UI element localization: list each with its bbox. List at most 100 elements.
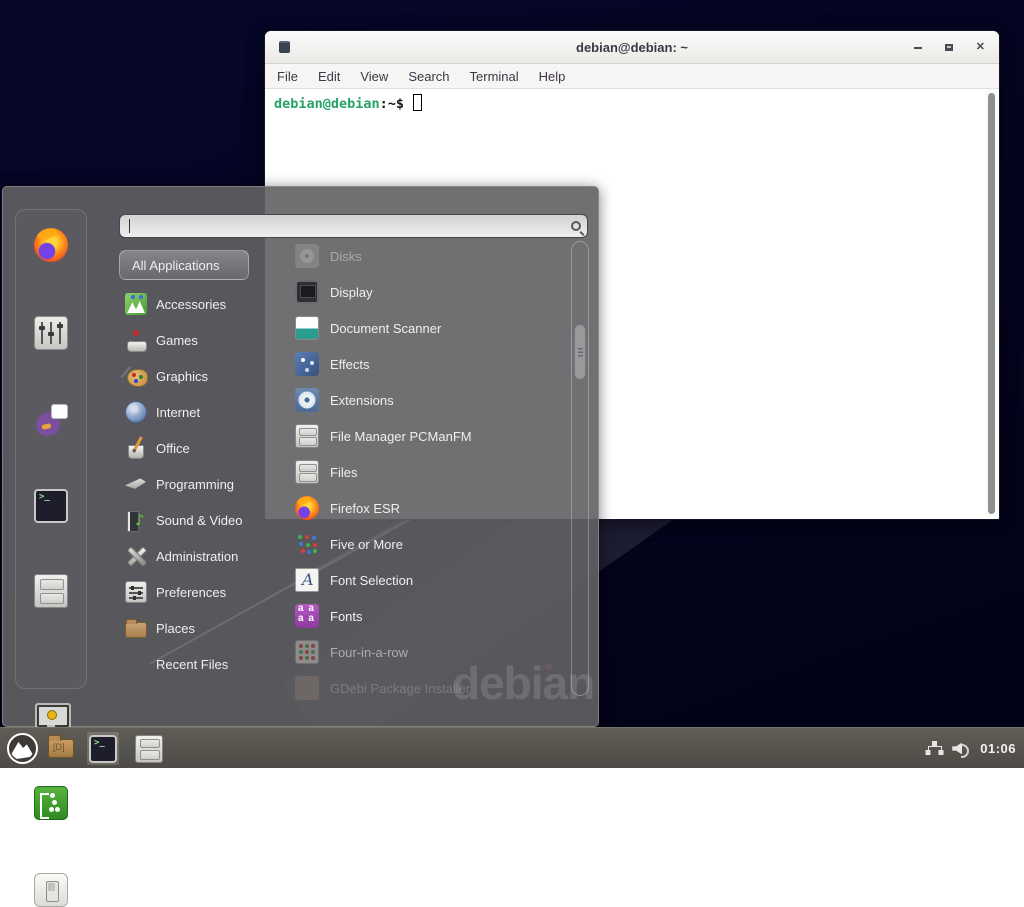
menu-file[interactable]: File — [269, 67, 306, 86]
globe-icon — [125, 401, 147, 423]
category-list: All Applications Accessories Games Graph… — [119, 250, 279, 682]
gdebi-package-icon — [295, 676, 319, 700]
app-item-label: Font Selection — [330, 573, 413, 588]
category-label: Programming — [156, 477, 234, 492]
terminal-titlebar[interactable]: debian@debian: ~ ✕ — [265, 31, 999, 64]
app-item-label: Document Scanner — [330, 321, 441, 336]
programming-icon — [125, 473, 147, 495]
file-cabinet-icon — [295, 460, 319, 484]
category-sound-video[interactable]: Sound & Video — [119, 502, 279, 538]
app-item-files[interactable]: Files — [281, 454, 573, 490]
app-item-gdebi[interactable]: GDebi Package Installer — [281, 670, 573, 706]
app-item-label: Display — [330, 285, 373, 300]
taskbar: 01:06 — [0, 727, 1024, 768]
app-item-disks[interactable]: Disks — [281, 238, 573, 274]
menu-scrollbar-thumb[interactable] — [574, 324, 586, 380]
taskbar-file-cabinet[interactable] — [132, 731, 166, 766]
terminal-window-icon — [279, 41, 290, 53]
app-item-label: Disks — [330, 249, 362, 264]
category-label: Games — [156, 333, 198, 348]
app-item-fonts[interactable]: Fonts — [281, 598, 573, 634]
extensions-gear-icon — [295, 388, 319, 412]
category-games[interactable]: Games — [119, 322, 279, 358]
network-icon[interactable] — [925, 741, 943, 757]
close-button[interactable]: ✕ — [976, 42, 985, 53]
taskbar-terminal-active[interactable] — [86, 731, 120, 766]
disks-icon — [295, 244, 319, 268]
fonts-icon — [295, 604, 319, 628]
category-label: All Applications — [132, 258, 219, 273]
app-item-display[interactable]: Display — [281, 274, 573, 310]
effects-icon — [295, 352, 319, 376]
app-item-effects[interactable]: Effects — [281, 346, 573, 382]
app-item-label: Effects — [330, 357, 370, 372]
file-cabinet-icon — [135, 735, 163, 763]
mixer-launcher-icon[interactable] — [34, 316, 68, 350]
menu-terminal[interactable]: Terminal — [462, 67, 527, 86]
app-item-firefox-esr[interactable]: Firefox ESR — [281, 490, 573, 526]
category-programming[interactable]: Programming — [119, 466, 279, 502]
app-item-label: Files — [330, 465, 357, 480]
terminal-menubar: File Edit View Search Terminal Help — [265, 64, 999, 89]
clock[interactable]: 01:06 — [980, 741, 1016, 756]
sound-video-icon — [125, 509, 147, 531]
app-item-label: Firefox ESR — [330, 501, 400, 516]
category-places[interactable]: Places — [119, 610, 279, 646]
app-item-document-scanner[interactable]: Document Scanner — [281, 310, 573, 346]
terminal-scrollbar[interactable] — [985, 89, 998, 518]
category-internet[interactable]: Internet — [119, 394, 279, 430]
system-tray: 01:06 — [925, 728, 1024, 769]
minimize-button[interactable] — [914, 47, 922, 49]
category-preferences[interactable]: Preferences — [119, 574, 279, 610]
category-graphics[interactable]: Graphics — [119, 358, 279, 394]
category-label: Administration — [156, 549, 238, 564]
five-or-more-dots-icon — [295, 532, 319, 556]
menu-view[interactable]: View — [352, 67, 396, 86]
category-label: Recent Files — [156, 657, 228, 672]
font-selection-icon — [295, 568, 319, 592]
taskbar-file-manager[interactable] — [44, 731, 78, 766]
menu-scrollbar-track[interactable] — [571, 241, 589, 696]
menu-help[interactable]: Help — [531, 67, 574, 86]
volume-icon[interactable] — [952, 742, 968, 756]
app-item-four-in-a-row[interactable]: Four-in-a-row — [281, 634, 573, 670]
display-icon — [295, 280, 319, 304]
terminal-window-title: debian@debian: ~ — [265, 40, 999, 55]
file-cabinet-launcher-icon[interactable] — [34, 574, 68, 608]
menu-edit[interactable]: Edit — [310, 67, 348, 86]
menu-search[interactable]: Search — [400, 67, 457, 86]
app-item-five-or-more[interactable]: Five or More — [281, 526, 573, 562]
shutdown-icon[interactable] — [34, 873, 68, 907]
menu-search-input[interactable] — [119, 214, 588, 238]
app-item-extensions[interactable]: Extensions — [281, 382, 573, 418]
category-administration[interactable]: Administration — [119, 538, 279, 574]
app-item-label: Five or More — [330, 537, 403, 552]
category-recent-files[interactable]: Recent Files — [119, 646, 279, 682]
application-menu: All Applications Accessories Games Graph… — [2, 186, 599, 727]
maximize-button[interactable] — [945, 44, 953, 51]
category-label: Graphics — [156, 369, 208, 384]
app-item-file-manager-pcmanfm[interactable]: File Manager PCManFM — [281, 418, 573, 454]
administration-tools-icon — [125, 545, 147, 567]
category-office[interactable]: Office — [119, 430, 279, 466]
menu-button[interactable] — [7, 733, 38, 764]
logout-icon[interactable] — [34, 786, 68, 820]
category-all-applications[interactable]: All Applications — [119, 250, 249, 280]
folder-icon — [125, 622, 147, 638]
firefox-launcher-icon[interactable] — [34, 228, 68, 262]
category-label: Preferences — [156, 585, 226, 600]
favorites-sidebar — [15, 209, 87, 689]
graphics-icon — [125, 365, 147, 387]
category-label: Accessories — [156, 297, 226, 312]
office-icon — [125, 437, 147, 459]
terminal-launcher-icon[interactable] — [34, 489, 68, 523]
app-item-font-selection[interactable]: Font Selection — [281, 562, 573, 598]
category-label: Internet — [156, 405, 200, 420]
pidgin-launcher-icon[interactable] — [34, 404, 68, 438]
category-accessories[interactable]: Accessories — [119, 286, 279, 322]
scanner-icon — [295, 316, 319, 340]
prompt-suffix: :~$ — [380, 96, 404, 112]
terminal-scrollbar-thumb[interactable] — [988, 93, 995, 514]
games-icon — [125, 329, 147, 351]
app-item-label: File Manager PCManFM — [330, 429, 472, 444]
